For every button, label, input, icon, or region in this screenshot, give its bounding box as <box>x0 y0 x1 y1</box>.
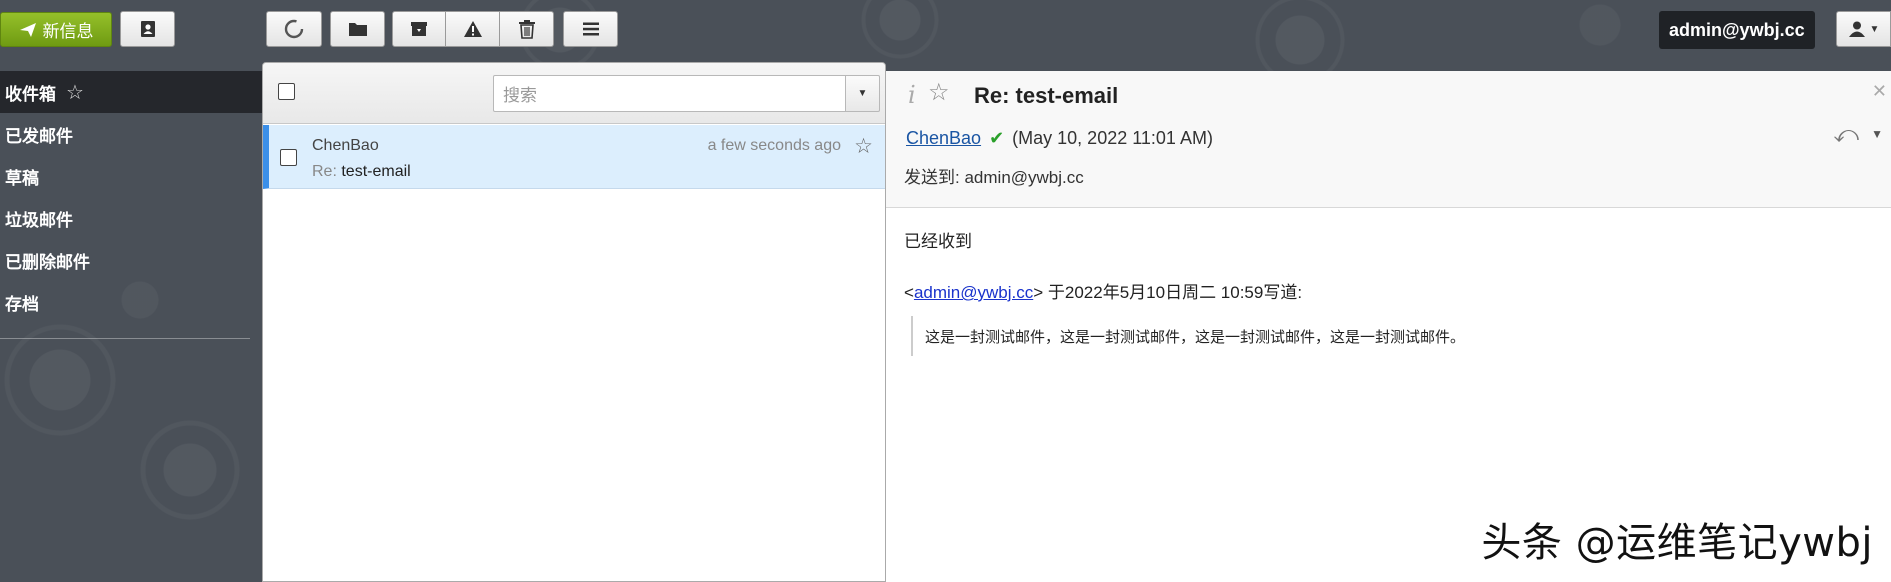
archive-button[interactable] <box>392 11 446 47</box>
folder-label: 草稿 <box>5 168 39 188</box>
message-subject-title: Re: test-email <box>974 83 1119 108</box>
to-address: admin@ywbj.cc <box>964 168 1084 187</box>
folder-trash[interactable]: 已删除邮件 <box>0 239 262 281</box>
message-list-panel: 搜索 ▼ ChenBao Re: test-email a few second… <box>262 62 886 582</box>
quote-intro: 于2022年5月10日周二 10:59写道: <box>1047 283 1303 302</box>
delete-button[interactable] <box>500 11 554 47</box>
message-checkbox[interactable] <box>280 149 297 166</box>
folder-label: 垃圾邮件 <box>5 210 73 230</box>
quoted-text: 这是一封测试邮件，这是一封测试邮件，这是一封测试邮件，这是一封测试邮件。 <box>911 316 1465 356</box>
folder-label: 已发邮件 <box>5 126 73 146</box>
message-datetime: (May 10, 2022 11:01 AM) <box>1012 128 1213 148</box>
contacts-button[interactable] <box>120 11 175 47</box>
quote-header: <admin@ywbj.cc> 于2022年5月10日周二 10:59写道: <box>904 283 1303 302</box>
more-menu-button[interactable] <box>563 11 618 47</box>
reading-pane: i ☆ Re: test-email ✕ ChenBao ✔ (May 10, … <box>886 71 1891 582</box>
refresh-icon <box>284 19 304 39</box>
chevron-down-icon[interactable]: ▼ <box>1871 127 1883 141</box>
folder-list: 收件箱 ☆ 已发邮件 草稿 垃圾邮件 已删除邮件 存档 <box>0 71 262 323</box>
search-options-button[interactable]: ▼ <box>845 75 880 112</box>
message-from: ChenBao <box>312 137 379 154</box>
message-header: i ☆ Re: test-email ✕ ChenBao ✔ (May 10, … <box>886 71 1891 208</box>
junk-button[interactable] <box>446 11 500 47</box>
info-icon[interactable]: i <box>908 81 916 109</box>
menu-icon <box>582 22 599 36</box>
folder-icon <box>348 23 367 36</box>
user-icon <box>1848 21 1865 37</box>
folder-label: 已删除邮件 <box>5 252 90 272</box>
trash-icon <box>518 20 535 39</box>
quoted-content: 这是一封测试邮件，这是一封测试邮件，这是一封测试邮件，这是一封测试邮件。 <box>925 328 1466 346</box>
reply-icon[interactable]: ⤺ <box>1833 121 1859 149</box>
message-action-group <box>392 11 554 47</box>
star-icon[interactable]: ☆ <box>66 80 84 105</box>
to-label: 发送到: <box>904 168 960 187</box>
close-icon[interactable]: ✕ <box>1872 81 1887 102</box>
folder-label: 存档 <box>5 294 39 314</box>
warning-icon <box>463 21 482 37</box>
quote-email-link[interactable]: admin@ywbj.cc <box>914 283 1033 302</box>
account-email: admin@ywbj.cc <box>1659 11 1815 49</box>
message-row[interactable]: ChenBao Re: test-email a few seconds ago… <box>263 125 885 189</box>
star-icon[interactable]: ☆ <box>854 134 873 159</box>
message-body-line: 已经收到 <box>904 232 972 251</box>
folder-junk[interactable]: 垃圾邮件 <box>0 197 262 239</box>
folder-archive[interactable]: 存档 <box>0 281 262 323</box>
to-line: 发送到: admin@ywbj.cc <box>904 163 1084 188</box>
folder-label: 收件箱 <box>5 84 56 104</box>
folder-sent[interactable]: 已发邮件 <box>0 113 262 155</box>
from-line: ChenBao ✔ (May 10, 2022 11:01 AM) <box>906 128 1213 149</box>
compose-button[interactable]: 新信息 <box>0 12 112 47</box>
subject-prefix: Re: <box>312 163 337 180</box>
star-icon[interactable]: ☆ <box>928 78 950 107</box>
message-subject: Re: test-email <box>312 163 411 181</box>
message-date: a few seconds ago <box>707 137 841 154</box>
archive-icon <box>411 22 427 36</box>
sidebar-divider <box>0 338 250 339</box>
verified-check-icon: ✔ <box>989 128 1005 148</box>
address-book-icon <box>140 21 155 37</box>
folder-inbox[interactable]: 收件箱 ☆ <box>0 71 262 113</box>
user-menu-button[interactable]: ▼ <box>1836 11 1891 47</box>
send-icon <box>19 22 36 37</box>
refresh-button[interactable] <box>266 11 322 47</box>
chevron-down-icon: ▼ <box>857 88 868 99</box>
move-button[interactable] <box>330 11 385 47</box>
search-placeholder: 搜索 <box>503 86 537 105</box>
folder-drafts[interactable]: 草稿 <box>0 155 262 197</box>
compose-label: 新信息 <box>42 22 94 41</box>
watermark: 头条 @运维笔记ywbj <box>1481 520 1873 566</box>
subject-text: test-email <box>341 163 411 180</box>
sender-link[interactable]: ChenBao <box>906 128 981 149</box>
select-all-checkbox[interactable] <box>278 83 295 100</box>
search-input[interactable]: 搜索 <box>493 75 846 112</box>
message-list-header: 搜索 ▼ <box>263 63 885 124</box>
chevron-down-icon: ▼ <box>1869 23 1880 35</box>
